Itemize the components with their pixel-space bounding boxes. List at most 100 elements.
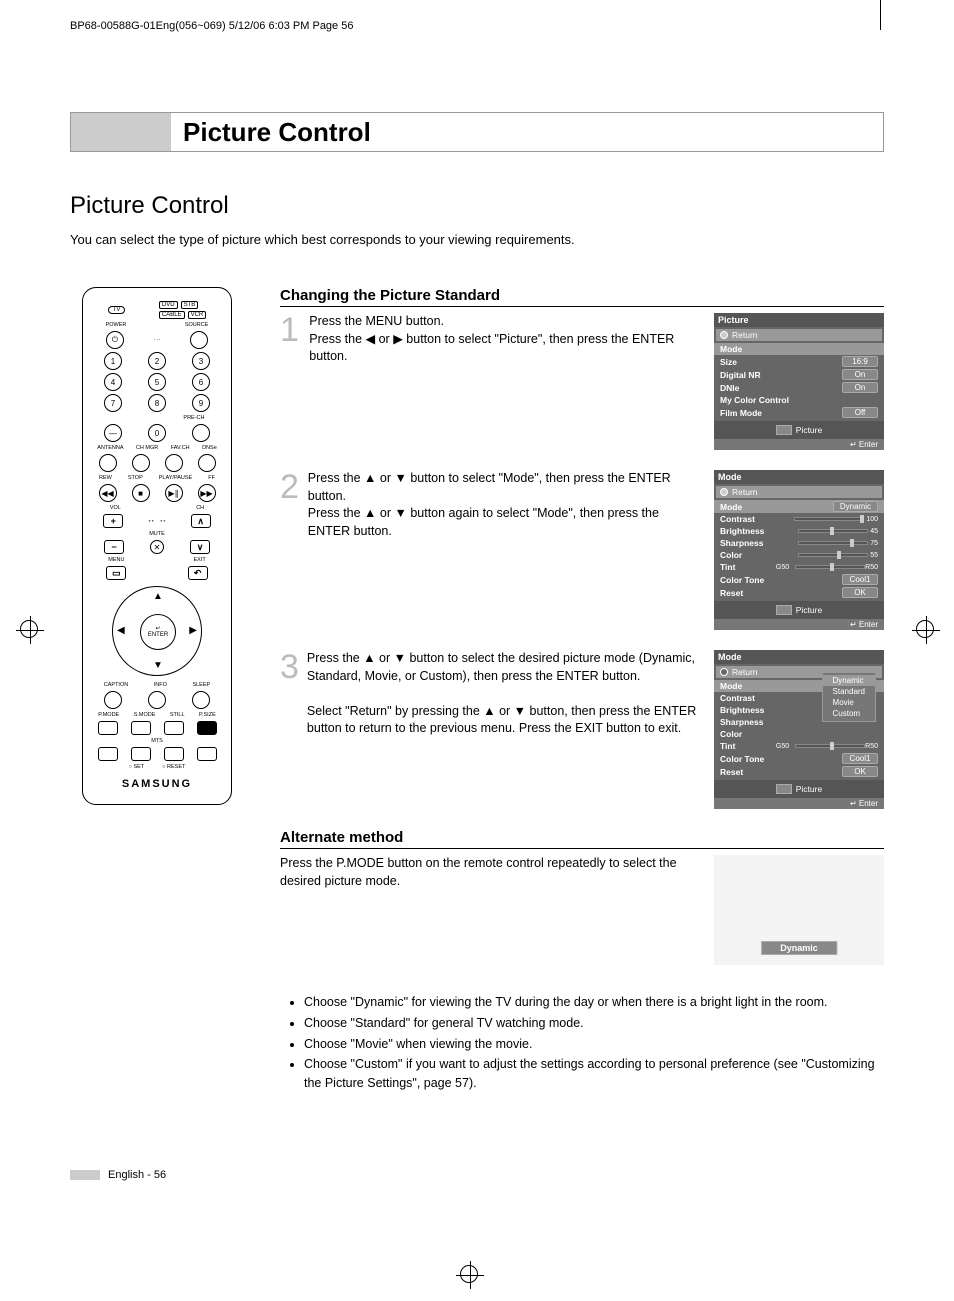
osd-tint-slider <box>795 744 865 748</box>
remote-vol-up: + <box>103 514 123 528</box>
osd-row: Digital NROn <box>714 368 884 381</box>
section-title: Picture Control <box>70 192 884 220</box>
osd-row: DNIeOn <box>714 381 884 394</box>
label: FAV.CH <box>171 445 190 451</box>
remote-mute-button: ✕ <box>150 540 164 554</box>
osd-reset-value: OK <box>842 587 878 598</box>
osd-tint-right: R50 <box>865 743 878 750</box>
osd-popup-option: Custom <box>823 708 875 719</box>
pdf-header: BP68-00588G-01Eng(056~069) 5/12/06 6:03 … <box>70 20 884 32</box>
label: SLEEP <box>192 682 210 688</box>
osd-popup-option: Standard <box>823 686 875 697</box>
remote-info-button <box>148 691 166 709</box>
osd-colortone-label: Color Tone <box>720 754 764 764</box>
osd-title: Mode <box>714 650 884 664</box>
remote-favch-button <box>165 454 183 472</box>
osd-pmode-indicator: Dynamic <box>714 855 884 965</box>
remote-antenna-button <box>99 454 117 472</box>
osd-row: My Color Control <box>714 394 884 406</box>
remote-num-5: 5 <box>148 373 166 391</box>
remote-up-arrow: ▲ <box>153 591 163 602</box>
remote-enter-button: ↵ENTER <box>140 614 176 650</box>
remote-menu-button: ▭ <box>106 566 126 580</box>
osd-row: Film ModeOff <box>714 406 884 419</box>
remote-ch-down: ∨ <box>190 540 210 554</box>
remote-dnse-button <box>198 454 216 472</box>
remote-vol-label: VOL <box>110 505 121 511</box>
osd-tint-left: G50 <box>776 564 789 571</box>
remote-psize-button <box>197 721 217 735</box>
remote-num-4: 4 <box>104 373 122 391</box>
osd-tint-right: R50 <box>865 564 878 571</box>
remote-prech-button <box>192 424 210 442</box>
osd-popup-option: Movie <box>823 697 875 708</box>
remote-sleep-button <box>192 691 210 709</box>
osd-mode-popup: DynamicStandardMovieCustom <box>822 672 876 722</box>
osd-footer: ↵ Enter <box>714 798 884 809</box>
remote-mute-label: MUTE <box>149 531 165 537</box>
remote-ch-label: CH <box>196 505 204 511</box>
remote-dash-button: — <box>104 424 122 442</box>
osd-reset-label: Reset <box>720 767 743 777</box>
remote-num-3: 3 <box>192 352 210 370</box>
subheading-alternate: Alternate method <box>280 829 884 849</box>
osd-mode-label: Mode <box>720 502 742 512</box>
remote-exit-button: ↶ <box>188 566 208 580</box>
remote-vol-down: − <box>104 540 124 554</box>
remote-menu-label: MENU <box>108 557 124 563</box>
remote-rew-button: ◀◀ <box>99 484 117 502</box>
osd-slider-row: Color55 <box>714 549 884 561</box>
osd-reset-value: OK <box>842 766 878 777</box>
osd-mode-dropdown: Mode Return ModeContrastBrightnessSharpn… <box>714 650 884 809</box>
osd-return: Return <box>716 486 882 498</box>
label: STILL <box>170 712 185 718</box>
picture-icon <box>776 425 792 435</box>
pmode-value: Dynamic <box>761 941 837 955</box>
osd-reset-label: Reset <box>720 588 743 598</box>
tip-item: Choose "Movie" when viewing the movie. <box>304 1035 884 1054</box>
picture-icon <box>776 605 792 615</box>
step-number-2: 2 <box>280 470 300 630</box>
title-banner: Picture Control <box>70 112 884 152</box>
crop-mark-icon <box>20 620 38 638</box>
remote-prech-label: PRE-CH <box>183 415 204 421</box>
remote-set-label: SET <box>133 764 144 770</box>
osd-slider-row: Contrast100 <box>714 513 884 525</box>
remote-vcr-label: VCR <box>188 311 207 319</box>
tips-list: Choose "Dynamic" for viewing the TV duri… <box>280 993 884 1095</box>
osd-slider-row: Brightness45 <box>714 525 884 537</box>
step-2-body: Press the ▲ or ▼ button to select "Mode"… <box>308 470 702 630</box>
osd-row: Color <box>714 728 884 740</box>
remote-source-button <box>190 331 208 349</box>
label: REW <box>99 475 112 481</box>
remote-blank-button <box>197 747 217 761</box>
osd-row: Size16:9 <box>714 355 884 368</box>
label: FF <box>208 475 215 481</box>
osd-tint-left: G50 <box>776 743 789 750</box>
remote-power-button: ⏻ <box>106 331 124 349</box>
remote-reset-label: RESET <box>167 764 185 770</box>
remote-cable-label: CABLE <box>159 311 185 319</box>
remote-source-label: SOURCE <box>185 322 209 328</box>
remote-blank-button <box>164 747 184 761</box>
remote-pmode-button <box>98 721 118 735</box>
osd-bottom-bar: Picture <box>714 780 884 798</box>
alternate-body: Press the P.MODE button on the remote co… <box>280 855 702 965</box>
remote-right-arrow: ▶ <box>189 625 197 636</box>
osd-slider-row: Sharpness75 <box>714 537 884 549</box>
step-number-1: 1 <box>280 313 301 450</box>
label: PLAY/PAUSE <box>159 475 192 481</box>
label: P.SIZE <box>199 712 216 718</box>
remote-ff-button: ▶▶ <box>198 484 216 502</box>
remote-ch-up: ∧ <box>191 514 211 528</box>
remote-num-6: 6 <box>192 373 210 391</box>
crop-mark-icon <box>916 620 934 638</box>
osd-return: Return <box>716 329 882 341</box>
tip-item: Choose "Standard" for general TV watchin… <box>304 1014 884 1033</box>
label: S.MODE <box>134 712 156 718</box>
remote-caption-button <box>104 691 122 709</box>
remote-smode-button <box>131 721 151 735</box>
remote-mts-button <box>98 747 118 761</box>
remote-num-8: 8 <box>148 394 166 412</box>
osd-tint-label: Tint <box>720 562 735 572</box>
